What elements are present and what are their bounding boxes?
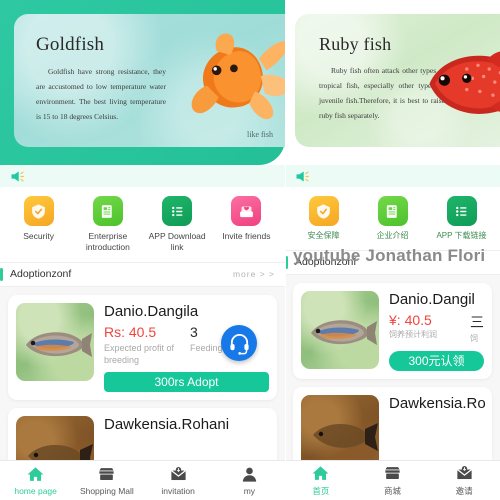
quick-link-security[interactable]: 安全保障	[289, 196, 358, 242]
tab-invitation[interactable]: invitation	[143, 465, 214, 496]
section-accent-bar	[0, 267, 3, 281]
tab-label: 商城	[384, 486, 402, 496]
app-comparison-stage: Goldfish Goldfish have strong resistance…	[0, 0, 500, 500]
tab-home-page[interactable]: home page	[0, 465, 71, 496]
quick-link-app-download[interactable]: APP 下载链接	[427, 196, 496, 242]
stat-profit: ¥: 40.5 饲养预计利润	[389, 312, 470, 345]
quick-link-label: Enterprise introduction	[85, 231, 130, 253]
quick-link-invite-friends[interactable]: Invite friends	[212, 196, 281, 254]
banner-description: Goldfish have strong resistance, they ar…	[36, 67, 166, 121]
list-item[interactable]: Danio.Dangil ¥: 40.5 饲养预计利润 三 饲 300元认领	[293, 282, 492, 379]
card-body: Danio.Dangil ¥: 40.5 饲养预计利润 三 饲 300元认领	[389, 291, 484, 371]
stat-period: 三 饲	[470, 312, 484, 345]
quick-link-enterprise-introduction[interactable]: 企业介绍	[358, 196, 427, 242]
envelope-icon	[170, 467, 186, 481]
banner-card[interactable]: Ruby fish Ruby fish often attack other t…	[295, 14, 500, 147]
store-icon	[385, 467, 400, 480]
goldfish-icon	[191, 33, 285, 120]
fish-name: Dawkensia.Rohani	[104, 416, 230, 434]
quick-link-label: 安全保障	[307, 231, 340, 240]
phone-screen-english: Goldfish Goldfish have strong resistance…	[0, 0, 285, 500]
bottom-navigation: 首页 商城 邀请	[285, 460, 500, 500]
fish-name: Danio.Dangila	[104, 302, 199, 320]
period-caption: 饲	[470, 333, 478, 343]
section-header-adoption: Adoptionzonf more > >	[0, 261, 285, 287]
profit-caption: Expected profit of breeding	[104, 342, 175, 366]
tab-label: my	[243, 486, 256, 496]
adopt-button[interactable]: 300元认领	[389, 350, 484, 371]
speaker-icon	[11, 170, 24, 182]
tab-shopping-mall[interactable]: 商城	[357, 464, 429, 497]
fish-name: Danio.Dangil	[389, 290, 475, 308]
adopt-button[interactable]: 300rs Adopt	[104, 372, 269, 393]
tab-home-page[interactable]: 首页	[285, 464, 357, 497]
tab-label: invitation	[161, 486, 195, 496]
section-title: Adoptionzonf	[10, 268, 72, 281]
section-header-left: Adoptionzonf	[0, 267, 72, 281]
document-icon	[92, 196, 123, 226]
fish-name: Dawkensia.Ro	[389, 394, 486, 412]
speaker-icon	[296, 170, 309, 182]
tab-my[interactable]: my	[214, 465, 285, 496]
quick-link-label: APP 下载链接	[436, 231, 487, 240]
list-icon	[446, 196, 477, 226]
danio-fish-icon	[26, 332, 92, 357]
quick-link-security[interactable]: Security	[4, 196, 73, 254]
document-icon	[377, 196, 408, 226]
quick-link-label: APP Download link	[148, 231, 206, 253]
tab-label: 首页	[312, 486, 330, 496]
stat-profit: Rs: 40.5 Expected profit of breeding	[104, 324, 190, 366]
fish-thumbnail	[301, 290, 379, 369]
profit-value: ¥: 40.5	[389, 311, 432, 328]
bottom-navigation: home page Shopping Mall invitation my	[0, 460, 285, 500]
screen-divider	[285, 0, 286, 500]
tab-shopping-mall[interactable]: Shopping Mall	[71, 465, 142, 496]
quick-link-enterprise-introduction[interactable]: Enterprise introduction	[73, 196, 142, 254]
shield-check-icon	[308, 196, 339, 226]
quick-link-app-download[interactable]: APP Download link	[143, 196, 212, 254]
person-icon	[242, 467, 257, 482]
home-icon	[312, 466, 329, 480]
quick-link-label: Invite friends	[222, 231, 271, 241]
adoption-list: Danio.Dangil ¥: 40.5 饲养预计利润 三 饲 300元认领 D…	[285, 274, 500, 481]
section-more-link[interactable]: more > >	[233, 269, 275, 279]
tab-label: 邀请	[455, 486, 473, 496]
store-icon	[99, 468, 114, 481]
card-stats: ¥: 40.5 饲养预计利润 三 饲	[389, 312, 484, 345]
hero-banner-goldfish[interactable]: Goldfish Goldfish have strong resistance…	[0, 0, 285, 165]
tab-label: home page	[14, 486, 57, 496]
fish-thumbnail	[16, 302, 94, 381]
quick-link-label: 企业介绍	[376, 231, 409, 240]
quick-links-row: 安全保障 企业介绍 APP 下载链接	[285, 187, 500, 246]
quick-links-row: Security Enterprise introduction APP Dow…	[0, 187, 285, 258]
danio-fish-icon	[311, 320, 377, 345]
invite-icon	[231, 196, 262, 226]
announcement-bar[interactable]	[285, 165, 500, 187]
headset-icon	[229, 333, 249, 355]
tab-invitation[interactable]: 邀请	[428, 464, 500, 497]
envelope-icon	[456, 466, 472, 480]
profit-value: Rs: 40.5	[104, 323, 157, 340]
list-icon	[162, 196, 193, 226]
watermark-text: youtube Jonathan Flori	[293, 246, 486, 265]
rubyfish-icon	[429, 51, 500, 114]
home-icon	[27, 467, 44, 481]
banner-like-label: like fish	[247, 130, 273, 139]
tab-label: Shopping Mall	[79, 486, 134, 496]
banner-card[interactable]: Goldfish Goldfish have strong resistance…	[14, 14, 285, 147]
shield-check-icon	[23, 196, 54, 226]
hero-banner-rubyfish[interactable]: Ruby fish Ruby fish often attack other t…	[285, 0, 500, 165]
profit-caption: 饲养预计利润	[389, 329, 437, 339]
announcement-bar[interactable]	[0, 165, 285, 187]
period-value: 三	[470, 313, 484, 330]
quick-link-label: Security	[23, 231, 54, 241]
customer-service-button[interactable]	[221, 325, 257, 361]
